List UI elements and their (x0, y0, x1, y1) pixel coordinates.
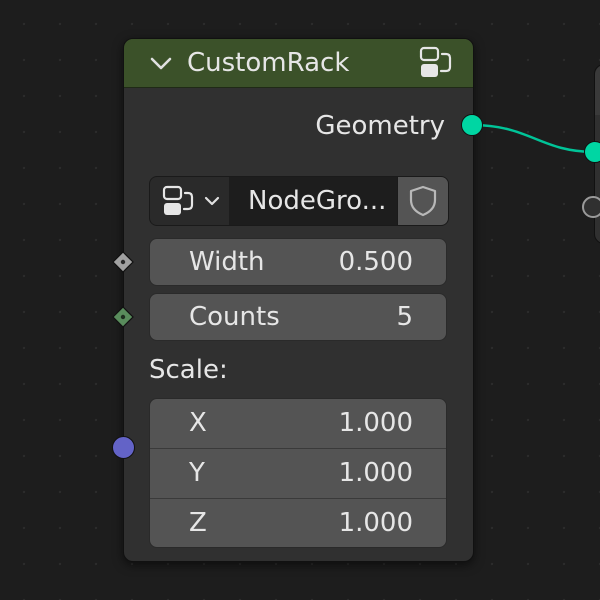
counts-input-socket[interactable] (112, 306, 134, 328)
scale-x-label: X (189, 408, 207, 438)
shield-icon (409, 185, 437, 217)
node-group-name-field[interactable]: NodeGro... (229, 177, 398, 225)
chevron-down-icon (204, 196, 220, 206)
counts-field[interactable]: Counts 5 (149, 293, 447, 341)
scale-input-socket[interactable] (112, 436, 135, 459)
chevron-down-icon[interactable] (148, 52, 174, 74)
scale-y-field[interactable]: Y 1.000 (150, 449, 446, 498)
node-group-icon[interactable] (417, 45, 455, 81)
counts-value: 5 (396, 302, 413, 332)
scale-y-label: Y (189, 458, 205, 488)
node-group-icon (162, 185, 194, 215)
downstream-input-socket[interactable] (582, 196, 600, 218)
scale-y-value: 1.000 (338, 458, 413, 488)
scale-vector-field: X 1.000 Y 1.000 Z 1.000 (149, 398, 447, 548)
width-value: 0.500 (338, 247, 413, 277)
downstream-geometry-input-socket[interactable] (584, 141, 600, 163)
scale-z-value: 1.000 (338, 508, 413, 538)
geometry-output-label: Geometry (315, 111, 445, 141)
node-group-selector: NodeGro... (149, 176, 449, 226)
scale-z-field[interactable]: Z 1.000 (150, 499, 446, 547)
node-title: CustomRack (187, 48, 350, 78)
scale-x-value: 1.000 (338, 408, 413, 438)
width-input-socket[interactable] (112, 251, 134, 273)
node-editor-canvas[interactable]: CustomRack Geometry NodeGro... Width 0.5… (0, 0, 600, 600)
custom-rack-node[interactable]: CustomRack Geometry NodeGro... Width 0.5… (123, 38, 474, 562)
node-header[interactable]: CustomRack (124, 39, 473, 88)
geometry-output-socket[interactable] (461, 114, 483, 136)
downstream-node-header[interactable] (595, 65, 600, 115)
fake-user-button[interactable] (397, 177, 448, 225)
scale-label: Scale: (149, 355, 228, 385)
scale-x-field[interactable]: X 1.000 (150, 399, 446, 448)
node-group-browse-button[interactable] (150, 177, 230, 225)
scale-z-label: Z (189, 508, 207, 538)
counts-label: Counts (189, 302, 280, 332)
width-label: Width (189, 247, 265, 277)
width-field[interactable]: Width 0.500 (149, 238, 447, 286)
